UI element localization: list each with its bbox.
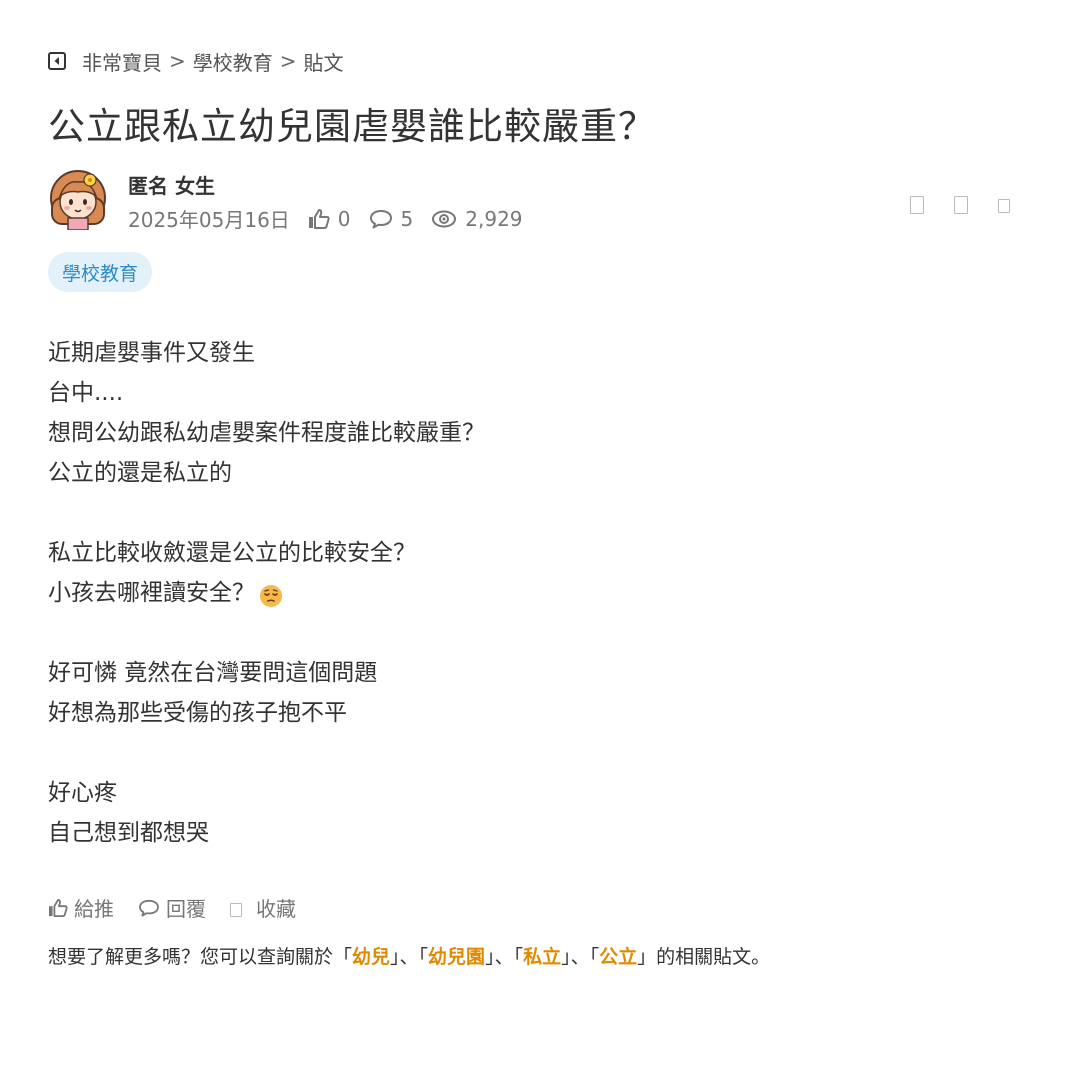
author-row: 匿名 女生 2025年05月16日 0 5 2,929 (48, 168, 1032, 234)
share-icon[interactable] (910, 196, 924, 214)
avatar[interactable] (48, 168, 108, 231)
body-line: 近期虐嬰事件又發生 (48, 340, 255, 366)
post-page: 非常寶貝 > 學校教育 > 貼文 公立跟私立幼兒園虐嬰誰比較嚴重？ 匿名 女生 … (0, 0, 1080, 1080)
body-blank-line (48, 493, 485, 533)
post-meta: 2025年05月16日 0 5 2,929 (128, 204, 523, 233)
like-count: 0 (308, 207, 351, 231)
more-icon[interactable] (998, 199, 1010, 213)
body-line: 好可憐 竟然在台灣要問這個問題 (48, 660, 378, 686)
breadcrumb-item-category[interactable]: 學校教育 (193, 47, 273, 76)
reply-count-value: 5 (400, 206, 414, 231)
back-icon[interactable] (48, 52, 66, 70)
post-actions: 給推 回覆 收藏 (48, 893, 320, 922)
keyword-link[interactable]: 幼兒園 (428, 946, 485, 968)
post-body: 近期虐嬰事件又發生 台中.... 想問公幼跟私幼虐嬰案件程度誰比較嚴重？ 公立的… (48, 333, 485, 853)
author-name[interactable]: 匿名 女生 (128, 170, 215, 199)
reply-button-label: 回覆 (166, 897, 206, 921)
keyword-link[interactable]: 私立 (523, 946, 561, 968)
category-tag[interactable]: 學校教育 (48, 252, 153, 292)
post-title: 公立跟私立幼兒園虐嬰誰比較嚴重？ (48, 105, 656, 148)
thumbs-up-icon (49, 898, 68, 917)
related-joiner: 」、「 (390, 946, 429, 968)
body-line: 自己想到都想哭 (48, 820, 209, 846)
pensive-face-emoji-icon (259, 581, 283, 607)
post-date: 2025年05月16日 (128, 208, 290, 232)
related-joiner: 」、「 (561, 946, 600, 968)
comment-icon (139, 899, 159, 917)
eye-icon (432, 210, 457, 227)
view-count: 2,929 (431, 206, 523, 231)
save-button-label: 收藏 (256, 897, 296, 921)
body-blank-line (48, 733, 485, 773)
related-prefix: 想要了解更多嗎？您可以查詢關於「 (48, 946, 353, 968)
breadcrumb-item-board[interactable]: 非常寶貝 (82, 47, 162, 76)
like-button-label: 給推 (74, 897, 114, 921)
body-blank-line (48, 613, 485, 653)
save-button[interactable]: 收藏 (230, 893, 296, 922)
bookmark-icon (230, 903, 242, 917)
body-line: 好想為那些受傷的孩子抱不平 (48, 700, 347, 726)
body-line: 私立比較收斂還是公立的比較安全？ (48, 540, 416, 566)
breadcrumb-separator: > (169, 49, 186, 73)
view-count-value: 2,929 (465, 206, 523, 231)
keyword-link[interactable]: 公立 (599, 946, 637, 968)
breadcrumb-item-post: 貼文 (303, 50, 344, 75)
comment-icon (369, 209, 392, 228)
keyword-link[interactable]: 幼兒 (352, 946, 390, 968)
thumbs-up-icon (308, 208, 330, 229)
body-line-text: 小孩去哪裡讀安全？ (48, 580, 255, 606)
post-top-actions (910, 196, 1010, 214)
like-button[interactable]: 給推 (48, 893, 114, 922)
body-line: 想問公幼跟私幼虐嬰案件程度誰比較嚴重？ (48, 420, 485, 446)
body-line: 公立的還是私立的 (48, 460, 232, 486)
body-line: 好心疼 (48, 780, 117, 806)
related-suffix: 」的相關貼文。 (637, 946, 771, 968)
body-line-with-emoji: 小孩去哪裡讀安全？ (48, 573, 485, 613)
breadcrumb: 非常寶貝 > 學校教育 > 貼文 (48, 47, 344, 75)
breadcrumb-separator: > (279, 49, 297, 73)
related-keywords: 想要了解更多嗎？您可以查詢關於「幼兒」、「幼兒園」、「私立」、「公立」的相關貼文… (48, 942, 770, 969)
bookmark-icon[interactable] (954, 196, 968, 214)
body-line: 台中.... (48, 380, 124, 406)
reply-count: 5 (369, 206, 414, 231)
related-joiner: 」、「 (485, 946, 524, 968)
like-count-value: 0 (337, 206, 351, 231)
reply-button[interactable]: 回覆 (138, 893, 206, 922)
